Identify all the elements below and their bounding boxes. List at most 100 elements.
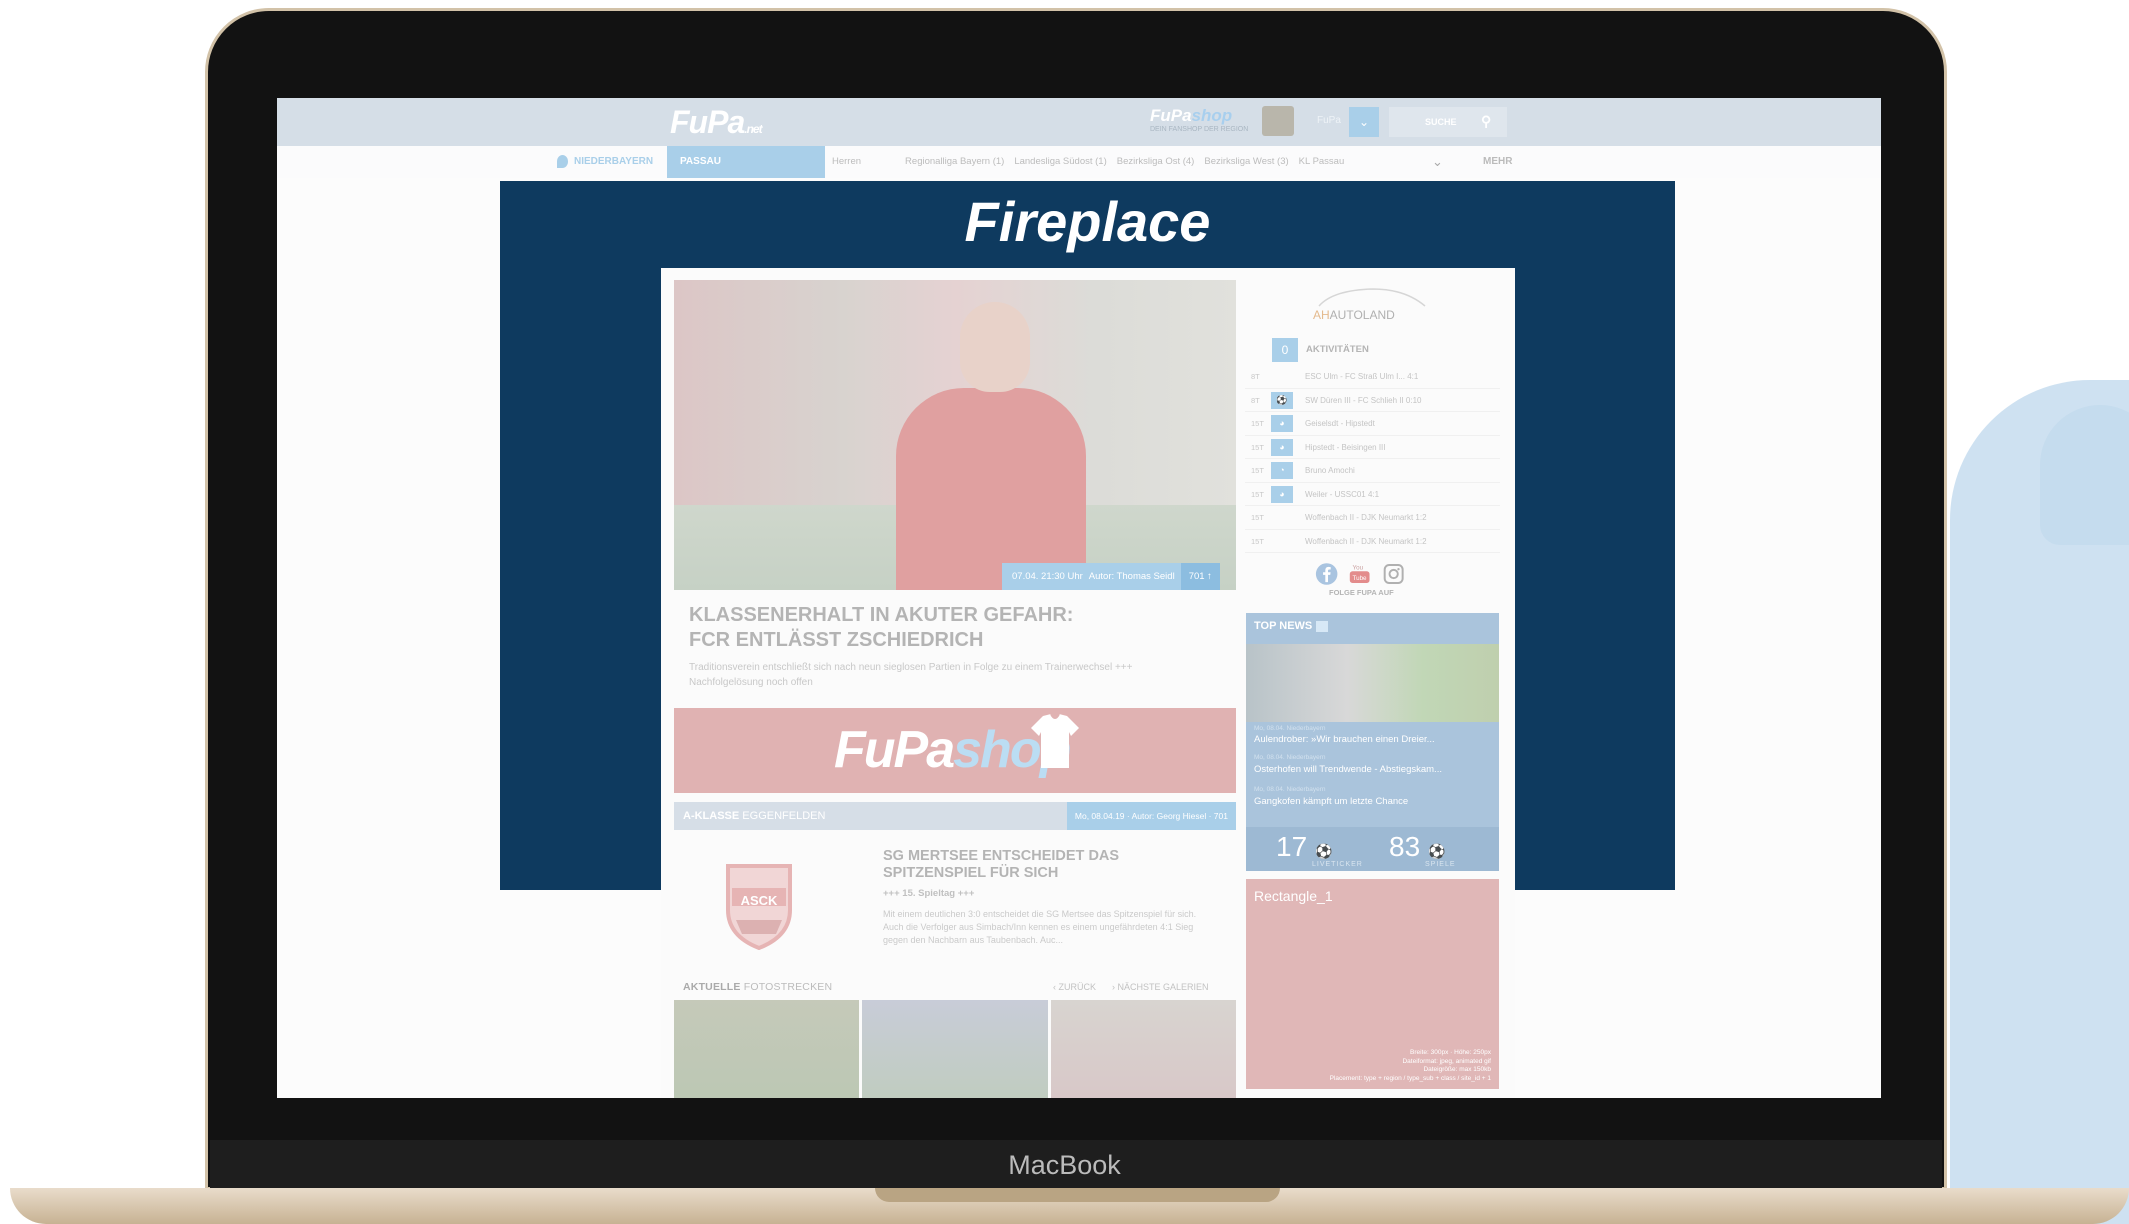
nav-tab-passau[interactable]: PASSAU	[667, 146, 825, 178]
social-links: You Tube	[1315, 560, 1405, 588]
svg-text:You: You	[1353, 565, 1364, 572]
fupashop-header-link[interactable]: FuPashop	[1150, 106, 1232, 126]
chevron-down-icon[interactable]: ⌄	[1349, 107, 1379, 137]
shop-tagline: DEIN FANSHOP DER REGION	[1150, 126, 1249, 133]
activity-icon	[1271, 368, 1293, 385]
top-news-meta: Mo, 08.04. Niederbayern	[1254, 754, 1326, 761]
activity-icon: ◕	[1271, 438, 1293, 456]
league-article-subtitle: +++ 15. Spieltag +++	[883, 888, 975, 899]
league-article-meta: Mo, 08.04.19 · Autor: Georg Hiesel · 701	[1066, 802, 1236, 830]
search-button[interactable]: SUCHE ⚲	[1389, 107, 1507, 137]
stat-liveticker[interactable]: 17 ⚽ LIVETICKER	[1276, 831, 1362, 868]
site-header: FuPa.net FuPashop DEIN FANSHOP DER REGIO…	[277, 98, 1881, 146]
hero-caption: 07.04. 21:30 Uhr Autor: Thomas Seidl 701…	[1002, 563, 1220, 590]
football-icon: ⚽	[1314, 843, 1333, 859]
gallery-thumbnail[interactable]	[674, 1000, 860, 1098]
top-news-item[interactable]: Gangkofen kämpft um letzte Chance	[1254, 796, 1408, 807]
activity-icon: ◕	[1271, 485, 1293, 503]
league-article-title[interactable]: SG MERTSEE ENTSCHEIDET DAS SPITZENSPIEL …	[883, 848, 1183, 882]
chevron-down-icon[interactable]: ⌄	[1432, 146, 1443, 178]
activity-item[interactable]: 15T Woffenbach II - DJK Neumarkt 1:2	[1245, 530, 1500, 553]
activity-item[interactable]: 8T ⚽ SW Düren III - FC Schlieh II 0:10	[1245, 389, 1500, 412]
map-pin-icon	[557, 154, 568, 168]
top-news-item[interactable]: Aulendrober: »Wir brauchen einen Dreier.…	[1254, 734, 1435, 745]
hero-article-image[interactable]: 07.04. 21:30 Uhr Autor: Thomas Seidl 701…	[674, 280, 1236, 590]
hero-date: 07.04. 21:30 Uhr	[1012, 571, 1083, 582]
laptop-hinge-notch	[875, 1188, 1280, 1202]
gallery-heading: AKTUELLE FOTOSTRECKEN	[683, 981, 833, 993]
activity-item[interactable]: 15T ◕ Weiler - USSC01 4:1	[1245, 483, 1500, 506]
shirt-icon	[1031, 713, 1079, 768]
instagram-icon[interactable]	[1382, 561, 1405, 587]
hero-author: Autor: Thomas Seidl	[1088, 571, 1175, 582]
club-logo-text: ASCK	[740, 893, 778, 908]
gallery-thumbnail[interactable]	[1050, 1000, 1236, 1098]
nav-link-herren[interactable]: Herren	[832, 146, 861, 178]
activities-title: AKTIVITÄTEN	[1306, 344, 1369, 355]
gallery-thumbnails	[674, 1000, 1236, 1098]
hero-person-jacket	[896, 388, 1086, 590]
article-headline[interactable]: KLASSENERHALT IN AKUTER GEFAHR: FCR ENTLÄ…	[689, 603, 1189, 653]
top-news-title: TOP NEWS	[1254, 620, 1329, 632]
gallery-thumbnail[interactable]	[862, 1000, 1048, 1098]
hero-view-count: 701 ↑	[1180, 563, 1220, 590]
activity-item[interactable]: 15T ◔ Bruno Amochi	[1245, 459, 1500, 483]
activity-icon: ⚽	[1271, 391, 1293, 409]
fupashop-banner[interactable]: FuPashop	[674, 708, 1236, 793]
nav-link-kl-passau[interactable]: KL Passau	[1299, 146, 1345, 178]
svg-text:Tube: Tube	[1353, 575, 1368, 582]
top-news-item[interactable]: Osterhofen will Trendwende - Abstiegskam…	[1254, 764, 1442, 775]
activity-icon: ◔	[1271, 462, 1293, 479]
activity-icon	[1271, 533, 1293, 550]
facebook-icon[interactable]	[1315, 561, 1338, 587]
top-news-image[interactable]	[1246, 644, 1499, 722]
activity-item[interactable]: 8T ESC Ulm - FC Straß Ulm I... 4:1	[1245, 365, 1500, 389]
sponsor-autoland-logo[interactable]: AHAUTOLAND	[1313, 286, 1433, 326]
stat-games[interactable]: 83 ⚽ SPIELE	[1389, 831, 1455, 868]
hero-person-head	[960, 302, 1030, 392]
nav-link-landesliga[interactable]: Landesliga Südost (1)	[1014, 146, 1106, 178]
nav-more-link[interactable]: MEHR	[1483, 146, 1512, 178]
gallery-back-button[interactable]: ‹ ZURÜCK	[1053, 982, 1096, 992]
content-area: 07.04. 21:30 Uhr Autor: Thomas Seidl 701…	[661, 268, 1515, 1098]
user-name[interactable]: FuPa	[1317, 115, 1341, 126]
rectangle-ad-placeholder[interactable]: Rectangle_1 Breite: 300px · Höhe: 250px …	[1246, 879, 1499, 1089]
gallery-nav: ‹ ZURÜCK › NÄCHSTE GALERIEN	[1053, 982, 1209, 992]
league-article-text: Mit einem deutlichen 3:0 entscheidet die…	[883, 909, 1197, 945]
browser-viewport[interactable]: FuPa.net FuPashop DEIN FANSHOP DER REGIO…	[277, 98, 1881, 1098]
nav-link-regionalliga[interactable]: Regionalliga Bayern (1)	[905, 146, 1004, 178]
activity-icon	[1271, 509, 1293, 526]
sidebar: AHAUTOLAND 0 AKTIVITÄTEN 8T ESC Ulm - FC …	[1245, 268, 1500, 1098]
gallery-next-button[interactable]: › NÄCHSTE GALERIEN	[1112, 982, 1209, 992]
youtube-icon[interactable]: You Tube	[1348, 561, 1371, 587]
activities-list: 8T ESC Ulm - FC Straß Ulm I... 4:1 8T ⚽ SW …	[1245, 365, 1500, 553]
background-player-head	[2040, 405, 2129, 545]
league-article-bar[interactable]: A-KLASSE EGGENFELDEN Mo, 08.04.19 · Auto…	[674, 802, 1236, 830]
search-icon: ⚲	[1481, 113, 1492, 129]
news-icon	[1316, 620, 1329, 632]
nav-link-bezirksliga-ost[interactable]: Bezirksliga Ost (4)	[1117, 146, 1195, 178]
league-links: Herren Regionalliga Bayern (1) Landeslig…	[832, 146, 1344, 178]
activities-header: 0 AKTIVITÄTEN	[1272, 338, 1482, 362]
user-avatar[interactable]	[1262, 106, 1294, 136]
ad-title: Rectangle_1	[1254, 888, 1333, 904]
device-label: MacBook	[1008, 1150, 1121, 1180]
nav-link-bezirksliga-west[interactable]: Bezirksliga West (3)	[1204, 146, 1288, 178]
region-nav: NIEDERBAYERN PASSAU Herren Regionalliga …	[277, 146, 1881, 178]
car-outline-icon	[1318, 288, 1426, 307]
activities-count-badge: 0	[1272, 338, 1298, 362]
fupa-logo[interactable]: FuPa.net	[670, 104, 763, 141]
activity-item[interactable]: 15T Woffenbach II - DJK Neumarkt 1:2	[1245, 506, 1500, 530]
top-news-stats: 17 ⚽ LIVETICKER 83 ⚽ SPIELE	[1246, 827, 1499, 871]
top-news-box: TOP NEWS Mo, 08.04. Niederbayern Aulendr…	[1246, 613, 1499, 871]
desktop-background: MacBook FuPa.net FuPashop DEIN FANSHOP D…	[0, 0, 2129, 1224]
top-news-meta: Mo, 08.04. Niederbayern	[1254, 786, 1326, 793]
social-caption: FOLGE FUPA AUF	[1329, 588, 1394, 597]
activity-icon: ◕	[1271, 415, 1293, 432]
activity-item[interactable]: 15T ◕ Geiselsdt - Hipstedt	[1245, 412, 1500, 436]
football-icon: ⚽	[1427, 843, 1446, 859]
article-teaser: Traditionsverein entschließt sich nach n…	[689, 662, 1133, 688]
activity-item[interactable]: 15T ◕ Hipstedt - Beisingen III	[1245, 436, 1500, 459]
nav-region-niederbayern[interactable]: NIEDERBAYERN	[557, 146, 669, 178]
fireplace-title: Fireplace	[964, 190, 1211, 253]
